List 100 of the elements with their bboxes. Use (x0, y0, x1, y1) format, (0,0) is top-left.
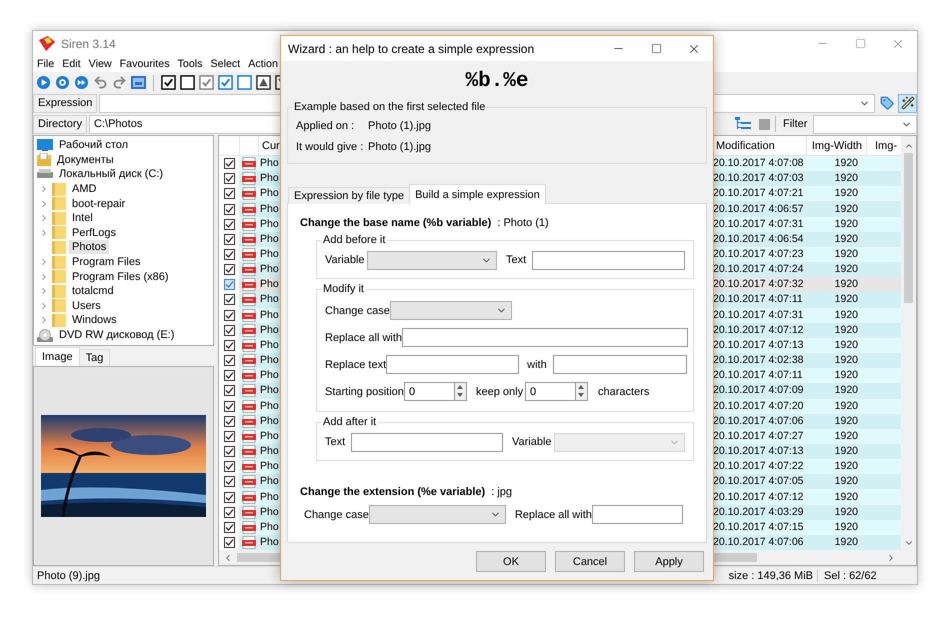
table-cell-text: 1920 (834, 338, 859, 353)
tab[interactable]: Image (35, 347, 80, 366)
checkbox[interactable] (224, 218, 234, 230)
menu-item[interactable]: Select (206, 58, 244, 70)
tree-item[interactable]: Users (69, 298, 104, 313)
tree-item[interactable]: Windows (69, 313, 120, 328)
checkbox[interactable] (224, 158, 234, 170)
field-label: with (527, 358, 548, 370)
checkbox[interactable] (224, 446, 234, 458)
dialog-button[interactable]: Cancel (555, 551, 625, 572)
menu-item[interactable]: Action (244, 58, 282, 70)
group-label: Example based on the first selected file (293, 101, 486, 113)
checkbox[interactable] (224, 340, 234, 351)
checked-box-icon[interactable] (199, 75, 214, 90)
optical-drive-icon (37, 328, 53, 342)
redo-icon[interactable] (112, 75, 127, 90)
tree-item[interactable]: boot-repair (69, 196, 128, 211)
checkbox[interactable] (224, 294, 234, 306)
table-cell-text: 20.10.2017 4:07:21 (712, 186, 805, 202)
checkbox[interactable] (224, 536, 234, 548)
checkbox[interactable] (224, 400, 234, 412)
checkbox[interactable] (224, 506, 234, 518)
checkbox[interactable] (224, 355, 234, 366)
menu-item[interactable]: File (33, 58, 58, 70)
fast-forward-icon[interactable] (74, 75, 89, 90)
table-cell-text: 20.10.2017 4:07:12 (712, 322, 805, 338)
tree-item[interactable]: Program Files (69, 255, 144, 270)
spin-arrows-icon[interactable] (576, 382, 588, 401)
table-cell-text: Pho (259, 262, 280, 278)
tree-item[interactable]: Локальный диск (C:) (56, 167, 166, 182)
checkbox[interactable] (224, 324, 234, 336)
text-field[interactable] (553, 355, 688, 374)
tab[interactable]: Expression by file type (288, 187, 410, 204)
text-field[interactable] (532, 250, 685, 270)
checkbox[interactable] (224, 492, 234, 503)
undo-icon[interactable] (93, 75, 108, 90)
checked-box-icon[interactable] (161, 75, 176, 90)
menu-item[interactable]: Favourites (116, 58, 174, 70)
menu-item[interactable]: View (84, 58, 116, 70)
checkbox[interactable] (224, 416, 234, 427)
checkbox[interactable] (224, 385, 234, 396)
table-cell-text: 1920 (834, 308, 859, 323)
number-field[interactable]: 0 (404, 382, 455, 401)
menu-item[interactable]: Tools (174, 58, 206, 70)
play-icon[interactable] (36, 75, 51, 90)
tree-item[interactable]: Документы (54, 152, 117, 167)
settings-icon[interactable] (55, 75, 70, 90)
table-cell-text: Pho (259, 186, 280, 202)
tree-item[interactable]: DVD RW дисковод (E:) (56, 328, 178, 342)
tab[interactable]: Build a simple expression (409, 184, 546, 204)
dialog-button[interactable]: OK (476, 551, 546, 572)
checkbox[interactable] (224, 461, 234, 472)
tree-item[interactable]: Photos (69, 240, 110, 254)
table-cell-text: 20.10.2017 4:06:57 (712, 202, 805, 217)
checkbox[interactable] (224, 522, 234, 533)
folder-icon (52, 226, 66, 240)
wand-button[interactable] (898, 94, 917, 112)
text-field[interactable] (402, 328, 688, 347)
tree-item[interactable]: AMD (69, 182, 100, 196)
checked-box-icon[interactable] (218, 75, 233, 90)
image-file-icon (242, 414, 256, 428)
vertical-scrollbar[interactable] (901, 136, 916, 550)
tree-item[interactable]: Рабочий стол (56, 138, 132, 152)
tree-view-icon[interactable] (735, 117, 752, 131)
empty-box-icon[interactable] (180, 75, 195, 90)
tree-item[interactable]: Intel (69, 211, 96, 226)
spin-arrows-icon[interactable] (455, 382, 467, 401)
checkbox[interactable] (224, 264, 234, 276)
filter-field[interactable] (813, 114, 917, 134)
checkbox[interactable] (224, 476, 234, 488)
checkbox[interactable] (224, 279, 234, 290)
checkbox[interactable] (224, 234, 234, 245)
table-cell-text: 1920 (834, 368, 859, 384)
field-label: Variable (325, 254, 366, 266)
checkbox[interactable] (224, 173, 234, 184)
checkbox[interactable] (224, 430, 234, 442)
menu-item[interactable]: Edit (58, 58, 85, 70)
tree-item[interactable]: totalcmd (69, 284, 117, 298)
checkbox[interactable] (224, 204, 234, 215)
tree-item[interactable]: Program Files (x86) (69, 270, 172, 284)
tree-item[interactable]: PerfLogs (69, 226, 120, 240)
table-cell-text: Pho (259, 353, 280, 368)
image-file-icon (242, 172, 256, 186)
image-icon[interactable] (131, 76, 146, 89)
checkbox[interactable] (224, 249, 234, 260)
table-cell-text: 1920 (834, 459, 859, 474)
maximize-icon[interactable] (650, 43, 662, 54)
checkbox[interactable] (224, 310, 234, 321)
dialog-button[interactable]: Apply (634, 551, 704, 572)
table-cell-text: 1920 (834, 232, 859, 247)
scroll-thumb[interactable] (904, 153, 913, 303)
number-field[interactable]: 0 (525, 382, 576, 401)
checkbox[interactable] (224, 188, 234, 200)
up-arrow-box-icon[interactable] (256, 75, 271, 90)
checkbox[interactable] (224, 370, 234, 382)
text-field[interactable] (386, 355, 520, 374)
folder-icon (52, 299, 66, 312)
text-field[interactable] (592, 505, 683, 524)
tab[interactable]: Tag (78, 349, 110, 366)
text-field[interactable] (351, 432, 503, 452)
